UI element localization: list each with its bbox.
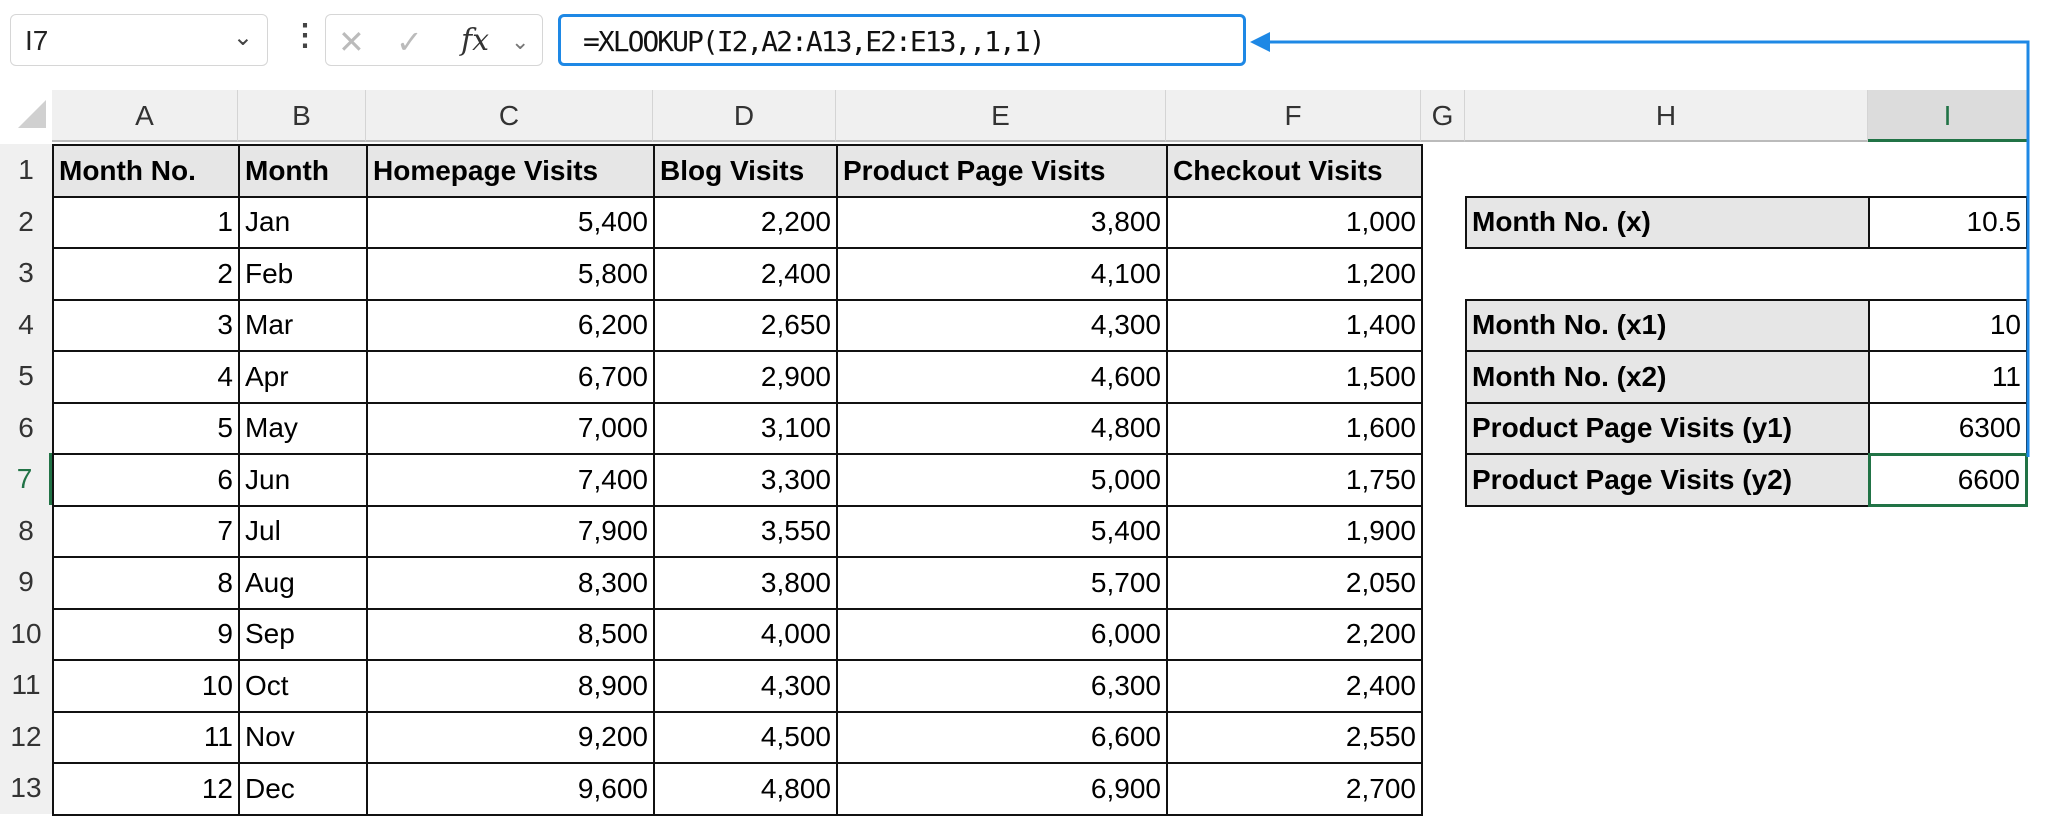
- annotation-arrow: [1250, 32, 2030, 457]
